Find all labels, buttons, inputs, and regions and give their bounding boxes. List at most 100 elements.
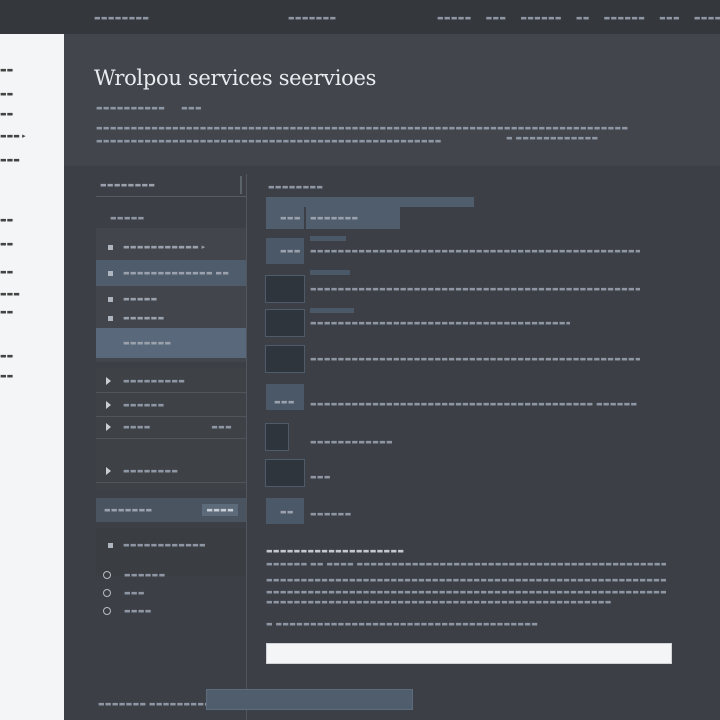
row-thumbnail xyxy=(265,423,289,451)
nav-link[interactable]: ▬▬ xyxy=(576,14,590,22)
content-row[interactable]: ▬▬▬▬▬▬▬▬▬▬▬▬▬▬▬▬▬▬▬▬▬▬▬▬▬▬▬▬▬▬▬▬▬▬▬▬▬▬▬▬… xyxy=(265,345,646,373)
sidebar-sub-item[interactable]: ▬▬▬ xyxy=(96,584,246,602)
bullet-icon xyxy=(108,315,113,321)
left-nav-item[interactable]: ▬▬ xyxy=(0,90,13,98)
content-paragraph-line: ▬▬▬▬▬▬▬▬▬▬▬▬▬▬▬▬▬▬▬▬▬▬▬▬▬▬▬▬▬▬▬▬▬▬▬▬▬▬▬▬… xyxy=(266,598,612,606)
thumb-label: ▬▬ xyxy=(280,508,294,516)
row-thumbnail xyxy=(265,459,305,487)
sidebar-row-label: ▬▬▬▬▬▬ xyxy=(123,401,165,409)
sidebar-row-label: ▬▬▬▬▬▬▬▬▬ xyxy=(123,377,186,385)
sidebar-row-label: ▬▬▬▬ xyxy=(123,423,151,431)
hero-meta: ▬▬▬▬▬▬▬▬▬▬ ▬▬▬ xyxy=(96,104,202,112)
hero-description-tail: ▬ ▬▬▬▬▬▬▬▬▬▬▬▬ xyxy=(506,134,599,142)
sidebar-sub-label: ▬▬▬▬ xyxy=(124,607,152,615)
sidebar-row-label: ▬▬▬▬▬▬▬▬ xyxy=(123,467,179,475)
nav-link[interactable]: ▬▬▬▬▬ xyxy=(437,14,472,22)
sidebar-row[interactable]: ▬▬▬▬▬▬▬▬ xyxy=(96,460,246,483)
top-center-link[interactable]: ▬▬▬▬▬▬▬ xyxy=(288,14,336,22)
text-cursor xyxy=(240,176,242,194)
content-paragraph-line: ▬▬▬▬▬▬ ▬▬ ▬▬▬▬ ▬▬▬▬▬▬▬▬▬▬▬▬▬▬▬▬▬▬▬▬▬▬▬▬▬… xyxy=(266,560,666,568)
nav-link[interactable]: ▬▬▬▬▬▬▬ xyxy=(694,14,720,22)
content-row[interactable]: ▬▬▬ ▬▬▬▬▬▬▬▬▬▬▬▬▬▬▬▬▬▬▬▬▬▬▬▬▬▬▬▬▬▬▬▬▬▬▬▬… xyxy=(266,384,646,410)
sidebar-row[interactable]: ▬▬▬▬▬▬▬▬▬ xyxy=(96,370,246,393)
sidebar-item-label: ▬▬▬▬▬▬▬▬▬▬▬▬▬ ▬▬ xyxy=(123,269,230,277)
chevron-right-icon xyxy=(108,270,113,276)
nav-link[interactable]: ▬▬▬ xyxy=(659,14,680,22)
sidebar-item[interactable]: ▬▬▬▬▬▬▬▬▬▬▬ ▸ xyxy=(96,234,246,260)
hero-section: Wrolpou services seervioes ▬▬▬▬▬▬▬▬▬▬ ▬▬… xyxy=(64,34,720,166)
left-nav-item[interactable]: ▬▬ xyxy=(0,308,13,316)
footer-button[interactable] xyxy=(206,689,413,710)
row-thumbnail: ▬▬ xyxy=(266,498,304,524)
row-label: ▬▬▬▬▬▬ xyxy=(310,510,352,518)
site-brand[interactable]: ▬▬▬▬▬▬▬▬ xyxy=(94,14,149,22)
sidebar-row[interactable]: ▬▬▬▬▬▬ xyxy=(96,394,246,417)
content-row[interactable]: ▬▬▬▬▬▬▬▬▬▬▬▬ xyxy=(265,423,646,451)
sidebar-sub-label: ▬▬▬ xyxy=(124,589,145,597)
top-nav-links: ▬▬▬▬▬ ▬▬▬ ▬▬▬▬▬▬ ▬▬ ▬▬▬▬▬▬ ▬▬▬ ▬▬▬▬▬▬▬ xyxy=(437,14,720,22)
row-chip xyxy=(310,236,346,241)
left-nav-item[interactable]: ▬▬ xyxy=(0,268,13,276)
content-paragraph-line: ▬▬▬▬▬▬▬▬▬▬▬▬▬▬▬▬▬▬▬▬▬▬▬▬▬▬▬▬▬▬▬▬▬▬▬▬▬▬▬▬… xyxy=(266,588,666,596)
sidebar-sub-item[interactable]: ▬▬▬▬▬▬▬▬▬▬▬▬ xyxy=(96,536,246,554)
play-icon xyxy=(106,423,111,431)
content-paragraph-line: ▬▬▬▬▬▬▬▬▬▬▬▬▬▬▬▬▬▬▬▬▬▬▬▬▬▬▬▬▬▬▬▬▬▬▬▬▬▬▬▬… xyxy=(266,576,666,584)
sidebar-item-highlighted[interactable]: ▬▬▬▬▬▬▬ xyxy=(96,328,246,358)
row-chip xyxy=(310,270,350,275)
bullet-icon xyxy=(108,296,113,302)
row-thumbnail: ▬▬▬ xyxy=(266,384,304,410)
left-nav-item[interactable]: ▬▬ xyxy=(0,216,13,224)
sidebar-action-tag: ▬▬▬▬ xyxy=(202,504,238,516)
row-thumbnail xyxy=(265,345,305,373)
content-subheading: ▬▬▬▬▬▬▬▬▬▬▬▬▬▬▬▬▬▬▬▬ xyxy=(266,547,405,555)
content-row[interactable]: ▬▬▬ xyxy=(265,459,646,487)
sidebar-item-label: ▬▬▬▬▬ xyxy=(123,295,158,303)
meta-text: ▬▬▬▬▬▬▬▬▬▬ xyxy=(96,104,166,112)
left-nav-item[interactable]: ▬▬▬ xyxy=(0,290,20,298)
circle-icon xyxy=(103,589,111,597)
left-nav-item[interactable]: ▬▬ xyxy=(0,110,13,118)
sidebar-action-button[interactable]: ▬▬▬▬▬▬▬ ▬▬▬▬ xyxy=(96,498,246,522)
thumb-label: ▬▬▬ xyxy=(280,247,301,255)
row-label: ▬▬▬▬▬▬▬▬▬▬▬▬▬▬▬▬▬▬▬▬▬▬▬▬▬▬▬▬▬▬▬▬▬▬▬▬▬▬▬▬… xyxy=(310,285,640,293)
hero-description: ▬▬▬▬▬▬▬▬▬▬▬▬▬▬▬▬▬▬▬▬▬▬▬▬▬▬▬▬▬▬▬▬▬▬▬▬▬▬▬▬… xyxy=(96,124,629,132)
row-thumbnail xyxy=(265,309,305,337)
content-first-thumb[interactable]: ▬▬▬ xyxy=(266,207,304,229)
sidebar-item-label: ▬▬▬▬▬▬▬ xyxy=(123,339,172,347)
content-row[interactable]: ▬▬▬▬▬▬▬▬▬▬▬▬▬▬▬▬▬▬▬▬▬▬▬▬▬▬▬▬▬▬▬▬▬▬▬▬▬▬▬▬… xyxy=(265,270,646,303)
content-title: ▬▬▬▬▬▬▬▬ xyxy=(268,183,324,191)
left-nav-item[interactable]: ▬▬ xyxy=(0,240,13,248)
nav-link[interactable]: ▬▬▬▬▬▬ xyxy=(604,14,645,22)
left-nav-item[interactable]: ▬▬▬ ▸ xyxy=(0,132,26,140)
sidebar-row-meta: ▬▬▬ xyxy=(211,423,232,431)
thumb-label: ▬▬▬ xyxy=(280,214,301,222)
sidebar-sub-label: ▬▬▬▬▬▬▬▬▬▬▬▬ xyxy=(123,541,206,549)
circle-icon xyxy=(103,571,111,579)
left-nav-item[interactable]: ▬▬ xyxy=(0,66,13,74)
row-label: ▬▬▬ xyxy=(310,473,331,481)
row-chip xyxy=(310,308,354,313)
row-label: ▬▬▬▬▬▬▬▬▬▬▬▬▬▬▬▬▬▬▬▬▬▬▬▬▬▬▬▬▬▬▬▬▬▬▬▬▬▬▬▬… xyxy=(310,319,570,327)
nav-link[interactable]: ▬▬▬ xyxy=(486,14,507,22)
bullet-icon xyxy=(108,542,113,548)
left-nav-item[interactable]: ▬▬ xyxy=(0,352,13,360)
sidebar-row[interactable]: ▬▬▬▬ ▬▬▬ xyxy=(96,416,246,439)
text-input-field[interactable] xyxy=(266,643,672,664)
sidebar-sub-item[interactable]: ▬▬▬▬▬▬ xyxy=(96,566,246,584)
content-row[interactable]: ▬▬▬▬▬▬▬▬▬▬▬▬▬▬▬▬▬▬▬▬▬▬▬▬▬▬▬▬▬▬▬▬▬▬▬▬▬▬▬▬… xyxy=(265,308,646,337)
sidebar-item-selected[interactable]: ▬▬▬▬▬▬▬▬▬▬▬▬▬ ▬▬ xyxy=(96,260,246,286)
sidebar-section-title: ▬▬▬▬▬ xyxy=(110,214,145,222)
sidebar-header-label: ▬▬▬▬▬▬▬▬ xyxy=(100,181,156,189)
shield-icon xyxy=(103,607,111,615)
sidebar-sub-item[interactable]: ▬▬▬▬ xyxy=(96,602,246,620)
row-thumbnail xyxy=(265,275,305,303)
left-nav-item[interactable]: ▬▬▬ xyxy=(0,156,20,164)
content-first-item[interactable]: ▬▬▬▬▬▬▬ xyxy=(306,207,400,229)
content-row[interactable]: ▬▬▬ ▬▬▬▬▬▬▬▬▬▬▬▬▬▬▬▬▬▬▬▬▬▬▬▬▬▬▬▬▬▬▬▬▬▬▬▬… xyxy=(266,236,646,264)
nav-link[interactable]: ▬▬▬▬▬▬ xyxy=(520,14,561,22)
sidebar-sub-label: ▬▬▬▬▬▬ xyxy=(124,571,166,579)
top-navbar: ▬▬▬▬▬▬▬▬ ▬▬▬▬▬▬▬ ▬▬▬▬▬ ▬▬▬ ▬▬▬▬▬▬ ▬▬ ▬▬▬… xyxy=(0,0,720,34)
row-label: ▬▬▬▬▬▬▬▬▬▬▬▬▬▬▬▬▬▬▬▬▬▬▬▬▬▬▬▬▬▬▬▬▬▬▬▬▬▬▬▬… xyxy=(310,247,640,255)
left-nav-item[interactable]: ▬▬ xyxy=(0,372,13,380)
content-row[interactable]: ▬▬ ▬▬▬▬▬▬ xyxy=(266,498,646,524)
